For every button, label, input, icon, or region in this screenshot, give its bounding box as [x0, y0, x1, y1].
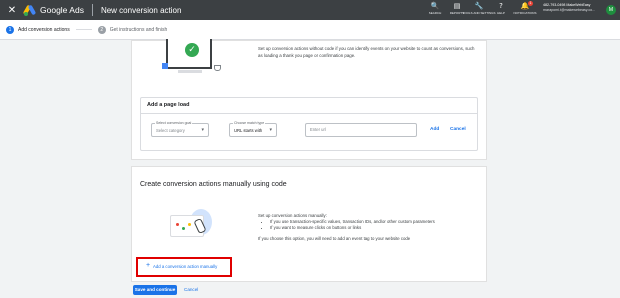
help-button[interactable]: ? HELP	[490, 2, 512, 15]
add-page-load-panel: Add a page load Select conversion goal S…	[140, 97, 478, 151]
conversion-goal-select[interactable]: Select conversion goal Select category ▾	[151, 121, 209, 137]
chevron-down-icon: ▾	[201, 127, 204, 133]
save-and-continue-button[interactable]: Save and continue	[133, 285, 177, 295]
step-add-conversion-actions[interactable]: 1 Add conversion actions	[6, 25, 70, 34]
add-conversion-manually-label: Add a conversion action manually	[153, 264, 218, 269]
add-page-load-title: Add a page load	[147, 102, 190, 108]
wrench-icon: 🔧	[474, 2, 484, 10]
cancel-button[interactable]: Cancel	[450, 127, 466, 132]
top-bar: ✕ Google Ads New conversion action 🔍 SEA…	[0, 0, 620, 20]
account-email: marapomi.t@makewebeasy.co...	[543, 8, 596, 12]
search-button[interactable]: 🔍 SEARCH	[424, 2, 446, 15]
notifications-label: NOTIFICATIONS	[513, 11, 537, 15]
manual-code-card: Create conversion actions manually using…	[131, 166, 487, 282]
footer-cancel-button[interactable]: Cancel	[184, 285, 198, 295]
tools-and-settings-button[interactable]: 🔧 TOOLS AND SETTINGS	[463, 2, 496, 15]
search-label: SEARCH	[428, 11, 442, 15]
conversion-goal-caption: Select conversion goal	[155, 121, 193, 125]
app-name: Google Ads	[40, 5, 84, 15]
progress-stepper: 1 Add conversion actions 2 Get instructi…	[0, 20, 620, 40]
match-type-select[interactable]: Choose match type URL starts with ▾	[229, 121, 277, 137]
step-number: 1	[6, 25, 14, 34]
step-label: Get instructions and finish	[109, 26, 168, 33]
step-label: Add conversion actions	[18, 26, 70, 33]
step-number: 2	[97, 25, 106, 34]
add-button[interactable]: Add	[430, 127, 439, 132]
account-switcher[interactable]: 482-793-0498 MakeWebEasy marapomi.t@make…	[543, 3, 605, 13]
match-type-caption: Choose match type	[233, 121, 266, 125]
close-icon[interactable]: ✕	[4, 5, 20, 16]
reports-icon: ▤	[453, 2, 461, 10]
notification-count-badge: 1	[528, 1, 533, 6]
divider	[141, 113, 477, 114]
monitor-illustration: ✓	[162, 39, 224, 77]
search-icon: 🔍	[430, 2, 440, 10]
manual-card-title: Create conversion actions manually using…	[140, 181, 287, 188]
google-ads-logo	[22, 4, 37, 16]
step-get-instructions[interactable]: 2 Get instructions and finish	[97, 25, 168, 34]
manual-bullet: If you want to measure clicks on buttons…	[270, 225, 484, 231]
cup-icon	[214, 65, 221, 71]
click-illustration	[170, 209, 216, 243]
notifications-button[interactable]: 🔔 1 NOTIFICATIONS	[512, 1, 538, 15]
toolbar: 🔍 SEARCH ▤ REPORTS 🔧 TOOLS AND SETTINGS …	[424, 1, 538, 15]
check-icon: ✓	[185, 43, 199, 57]
sticky-note-icon	[162, 63, 168, 69]
manual-note: If you choose this option, you will need…	[258, 236, 411, 241]
match-type-value: URL starts with	[234, 128, 263, 133]
help-icon: ?	[499, 2, 503, 10]
page-load-description: Set up conversion actions without code i…	[258, 46, 475, 58]
plus-icon: +	[146, 262, 151, 269]
conversion-goal-value: Select category	[156, 128, 185, 133]
avatar[interactable]: M	[606, 5, 616, 15]
help-label: HELP	[497, 11, 505, 15]
step-connector	[75, 29, 92, 30]
url-input[interactable]: Enter url	[305, 123, 417, 137]
add-conversion-manually-button[interactable]: + Add a conversion action manually	[136, 257, 232, 277]
chevron-down-icon: ▾	[269, 127, 272, 133]
page-title: New conversion action	[100, 5, 182, 15]
title-divider	[91, 4, 93, 16]
page-load-card: ✓ Set up conversion actions without code…	[131, 39, 487, 160]
manual-card-description: Set up conversion actions manually: If y…	[258, 213, 484, 242]
